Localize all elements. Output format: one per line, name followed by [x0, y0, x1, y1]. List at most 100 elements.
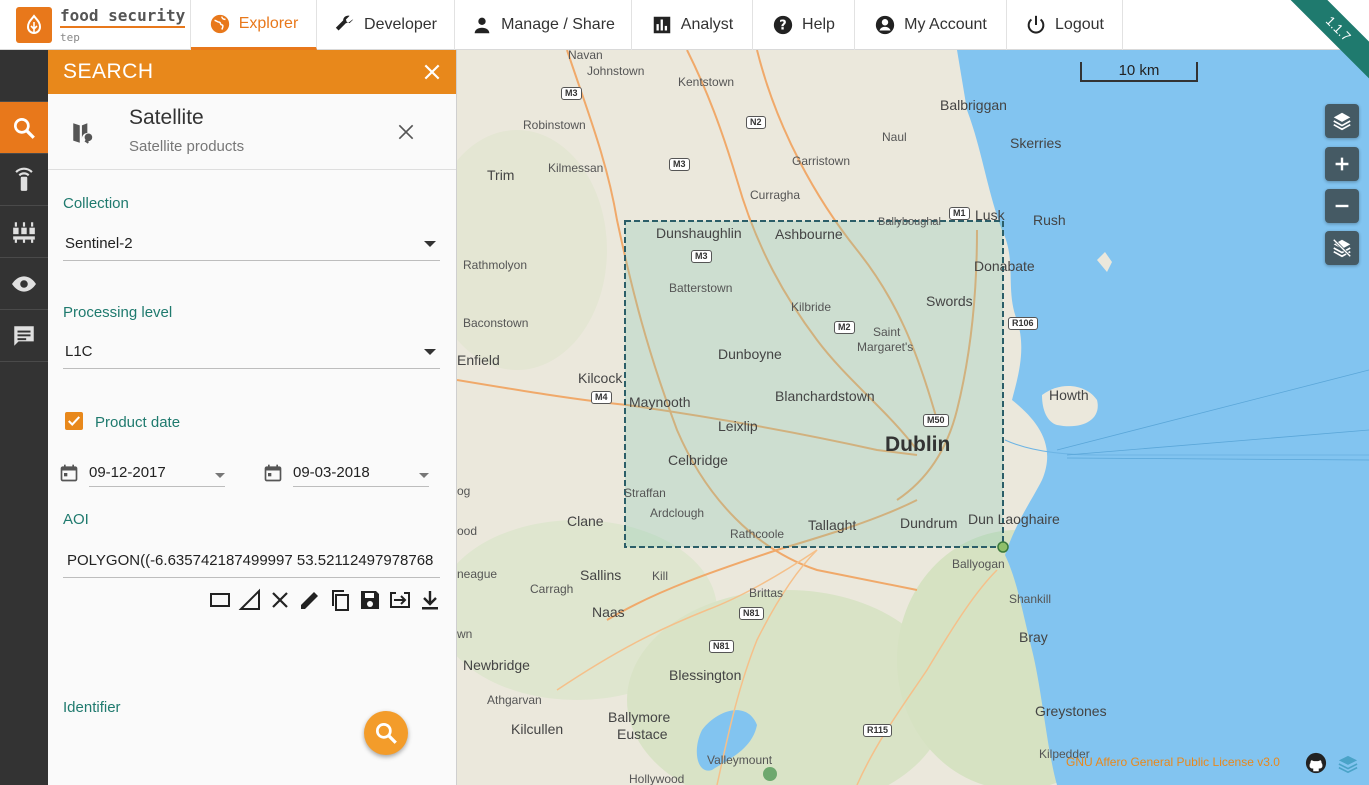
road-shield: M2 — [834, 321, 855, 334]
place-label: Naul — [882, 130, 907, 144]
place-label: Kilmessan — [548, 161, 604, 175]
calendar-icon[interactable] — [263, 462, 283, 484]
road-shield: N81 — [709, 640, 734, 653]
place-label: Ardclough — [650, 506, 705, 520]
road-shield: R115 — [863, 724, 893, 737]
rail-messages-button[interactable] — [0, 310, 48, 362]
place-label: Kill — [652, 569, 669, 583]
calendar-icon[interactable] — [59, 462, 79, 484]
place-label: Saint — [873, 325, 901, 339]
github-icon[interactable] — [1305, 752, 1327, 774]
edit-icon[interactable] — [298, 588, 322, 612]
place-label: Hollywood — [629, 772, 685, 785]
place-label: Maynooth — [629, 394, 691, 410]
nav-developer-label: Developer — [364, 16, 437, 33]
place-label: Bray — [1019, 629, 1048, 645]
place-label: Shankill — [1009, 592, 1052, 606]
search-icon — [375, 722, 397, 744]
product-date-checkbox[interactable] — [65, 412, 83, 430]
road-shield: M4 — [591, 391, 612, 404]
source-title: Satellite — [129, 106, 204, 129]
clear-icon[interactable] — [268, 588, 292, 612]
search-panel-header: SEARCH — [48, 50, 456, 94]
date-end-field[interactable]: 09-03-2018 — [263, 458, 429, 488]
nav-help[interactable]: ? Help — [753, 0, 855, 50]
rail-search-button[interactable] — [0, 102, 48, 154]
place-label: Carragh — [530, 582, 574, 596]
date-start-field[interactable]: 09-12-2017 — [59, 458, 225, 488]
tower-icon — [15, 167, 33, 191]
copy-icon[interactable] — [328, 588, 352, 612]
brand-name: food security — [60, 7, 186, 28]
place-label: Howth — [1049, 387, 1089, 403]
place-label: Baconstown — [463, 316, 529, 330]
place-label: Donabate — [974, 258, 1035, 274]
place-label: Ashbourne — [775, 226, 843, 242]
layer-toggle-button[interactable] — [1325, 231, 1359, 265]
aoi-vertex-handle[interactable] — [997, 541, 1009, 553]
place-label: Dundrum — [900, 515, 958, 531]
zoom-in-button[interactable] — [1325, 147, 1359, 181]
nav-logout[interactable]: Logout — [1007, 0, 1123, 50]
aoi-toolbar — [208, 588, 442, 612]
rail-view-button[interactable] — [0, 258, 48, 310]
place-label: Robinstown — [523, 118, 586, 132]
place-label: Dun Laoghaire — [968, 511, 1060, 527]
place-label: Kilcullen — [511, 721, 564, 737]
zoom-out-button[interactable] — [1325, 189, 1359, 223]
aoi-rectangle[interactable] — [624, 220, 1004, 548]
person-icon — [474, 17, 490, 34]
place-label: Enfield — [457, 352, 500, 368]
draw-rectangle-icon[interactable] — [208, 588, 232, 612]
search-icon — [13, 117, 35, 139]
place-label: Curragha — [750, 188, 801, 202]
aoi-input[interactable]: POLYGON((-6.635742187499997 53.521124979… — [63, 546, 440, 578]
place-label: Dunshaughlin — [656, 225, 742, 241]
place-label: Clane — [567, 513, 604, 529]
place-label: Lusk — [975, 207, 1005, 223]
nav-analyst[interactable]: Analyst — [632, 0, 753, 50]
processing-level-select[interactable]: L1C — [63, 335, 440, 369]
import-icon[interactable] — [388, 588, 412, 612]
license-link[interactable]: GNU Affero General Public License v3.0 — [1066, 755, 1280, 769]
nav-manage-share[interactable]: Manage / Share — [455, 0, 632, 50]
download-icon[interactable] — [418, 588, 442, 612]
collection-select[interactable]: Sentinel-2 — [63, 227, 440, 261]
place-label: Swords — [926, 293, 973, 309]
rail-services-button[interactable] — [0, 154, 48, 206]
nav-explorer[interactable]: Explorer — [191, 0, 317, 50]
nav-help-label: Help — [802, 16, 835, 33]
nav-my-account[interactable]: My Account — [855, 0, 1007, 50]
date-end-input[interactable]: 09-03-2018 — [293, 459, 429, 487]
data-source-row[interactable]: Satellite Satellite products — [48, 94, 456, 170]
place-label: Kilcock — [578, 370, 623, 386]
stack-icon[interactable] — [1337, 754, 1359, 774]
place-label: Navan — [568, 50, 603, 62]
draw-polygon-icon[interactable] — [238, 588, 262, 612]
place-label: Dunboyne — [718, 346, 782, 362]
place-label: Eustace — [617, 726, 668, 742]
save-icon[interactable] — [358, 588, 382, 612]
map-view[interactable]: Navan Johnstown Kentstown Balbriggan Rob… — [457, 50, 1369, 785]
place-label: neague — [457, 567, 498, 581]
place-label: Rush — [1033, 212, 1066, 228]
place-label: Blessington — [669, 667, 742, 683]
close-icon[interactable] — [422, 62, 442, 82]
place-label: Ballyogan — [952, 557, 1005, 571]
place-label: Batterstown — [669, 281, 733, 295]
nav-logout-label: Logout — [1055, 16, 1104, 33]
place-label: Johnstown — [587, 64, 645, 78]
date-start-input[interactable]: 09-12-2017 — [89, 459, 225, 487]
brand[interactable]: food security tep — [0, 0, 191, 50]
close-icon[interactable] — [396, 122, 416, 142]
chevron-down-icon — [424, 240, 436, 247]
place-label: Naas — [592, 604, 625, 620]
nav-developer[interactable]: Developer — [317, 0, 455, 50]
rail-data-button[interactable] — [0, 206, 48, 258]
place-label: Rathmolyon — [463, 258, 528, 272]
scale-bar: 10 km — [1080, 62, 1198, 82]
date-start-value: 09-12-2017 — [89, 464, 166, 481]
search-button[interactable] — [364, 711, 408, 755]
layers-button[interactable] — [1325, 104, 1359, 138]
help-icon: ? — [773, 15, 793, 35]
